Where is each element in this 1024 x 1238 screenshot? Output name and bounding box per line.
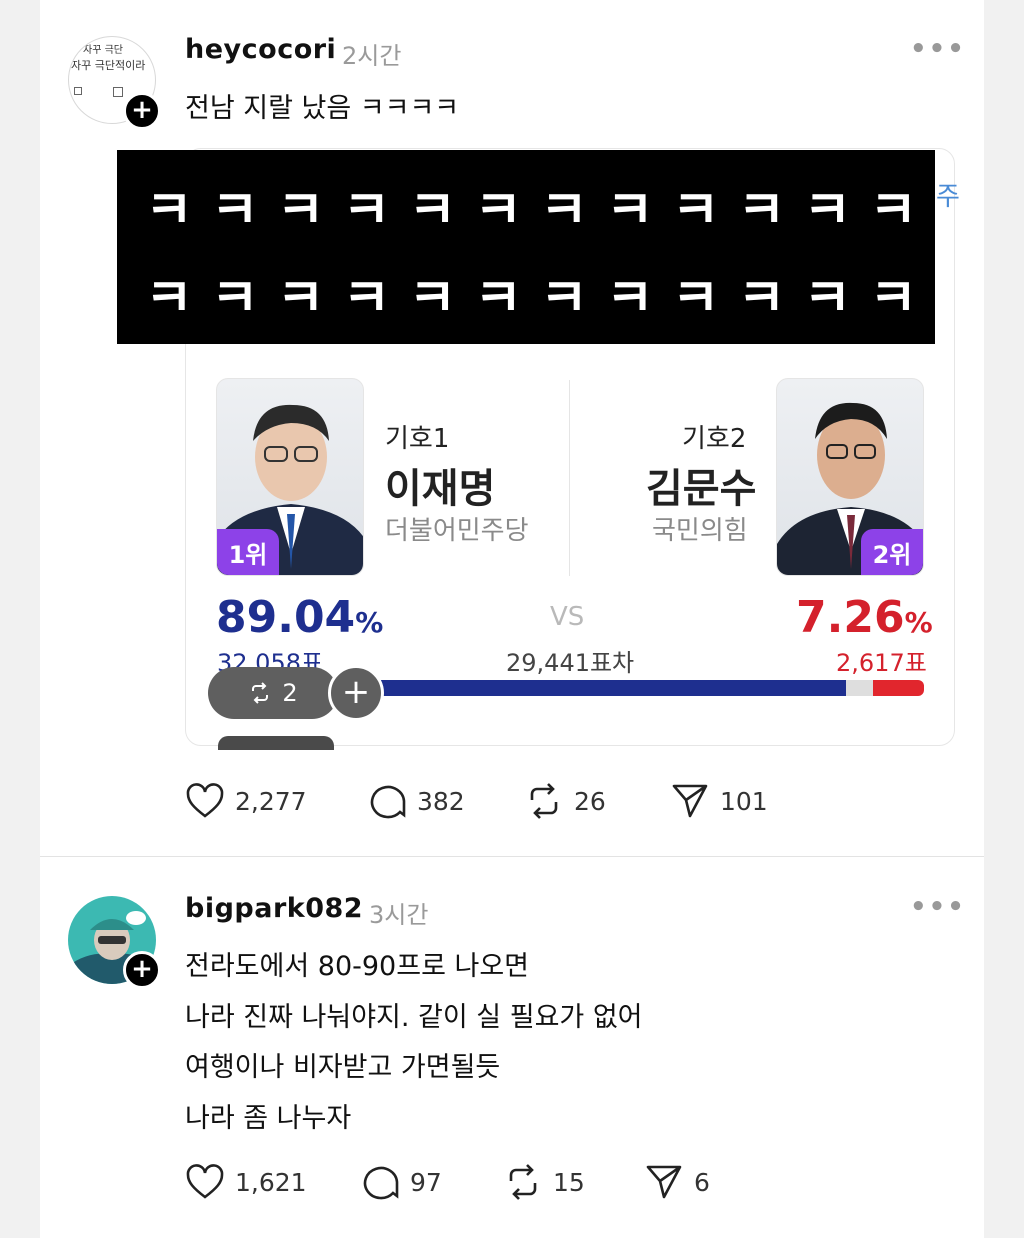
repost-button[interactable]: 15 [503,1163,585,1201]
repost-count: 15 [553,1167,585,1197]
more-icon[interactable]: ••• [910,892,966,922]
repost-icon [530,783,558,819]
like-count: 1,621 [235,1167,307,1197]
result-bar-other [846,680,873,696]
post-divider [40,856,984,857]
comment-count: 97 [410,1167,442,1197]
repost-button[interactable]: 26 [524,782,606,820]
black-overlay: ㅋㅋㅋㅋㅋㅋㅋㅋㅋㅋㅋㅋ ㅋㅋㅋㅋㅋㅋㅋㅋㅋㅋㅋㅋ [117,150,935,344]
heart-icon [186,1164,224,1199]
vs-label: VS [550,602,585,632]
overlay-text-row1: ㅋㅋㅋㅋㅋㅋㅋㅋㅋㅋㅋㅋ [145,181,936,241]
overlay-side-char: 주 [936,182,960,212]
overlay-text-row2: ㅋㅋㅋㅋㅋㅋㅋㅋㅋㅋㅋㅋ [145,269,936,329]
rank-badge: 1위 [217,529,279,575]
candidate2-party: 국민의힘 [652,516,748,546]
candidate1-number: 기호1 [385,424,450,454]
candidate2-votes: 2,617표 [836,649,927,677]
like-count: 2,277 [235,786,307,816]
percent-unit: % [904,606,933,639]
repost-count: 26 [574,786,606,816]
follow-plus-icon[interactable]: + [123,92,161,130]
post-line: 전라도에서 80-90프로 나오면 [185,951,530,982]
candidate2-photo: 2위 [776,378,924,576]
share-icon [672,784,708,818]
vote-difference: 29,441표차 [506,649,635,677]
post-text: 전남 지랄 났음 ㅋㅋㅋㅋ [185,93,460,124]
like-button[interactable]: 1,621 [185,1163,307,1201]
username[interactable]: heycocori [185,34,336,65]
share-count: 101 [720,786,768,816]
repost-pill-count: 2 [282,679,298,707]
repost-pill[interactable]: 2 [208,667,338,719]
comment-button[interactable]: 97 [360,1163,442,1201]
plus-icon[interactable]: + [328,665,384,721]
follow-plus-icon[interactable]: + [123,951,161,989]
candidate2-number: 기호2 [682,424,747,454]
rank-badge: 2위 [861,529,923,575]
candidate1-photo: 1위 [216,378,364,576]
avatar-mark-icon [74,87,82,95]
comment-icon [363,1166,399,1200]
candidate2-percent-value: 7.26 [796,592,905,643]
share-count: 6 [694,1167,710,1197]
post-time: 2시간 [342,42,402,70]
share-icon [646,1165,682,1199]
repost-icon [252,682,269,704]
like-button[interactable]: 2,277 [185,782,307,820]
result-bar-candidate2 [872,680,924,696]
candidate1-percent-value: 89.04 [216,592,356,643]
percent-unit: % [355,606,384,639]
avatar-text-2: 자꾸 극단적이라 [71,59,146,72]
candidate2-name: 김문수 [646,466,757,512]
avatar-text-1: 자꾸 극단 [83,45,123,56]
candidate1-percent: 89.04% [216,592,383,643]
candidate1-name: 이재명 [385,466,496,512]
candidate1-party: 더불어민주당 [385,516,529,546]
share-button[interactable]: 6 [644,1163,710,1201]
post-line: 여행이나 비자받고 가면될듯 [185,1052,501,1083]
comment-icon [370,785,406,819]
avatar-mark-icon [113,87,123,97]
post-line: 나라 진짜 나눠야지. 같이 실 필요가 없어 [185,1002,643,1033]
share-button[interactable]: 101 [670,782,768,820]
username[interactable]: bigpark082 [185,893,363,924]
post-line: 나라 좀 나누자 [185,1103,352,1134]
divider [569,380,570,576]
heart-icon [186,783,224,818]
repost-icon [509,1164,537,1200]
candidate2-percent: 7.26% [796,592,933,643]
more-icon[interactable]: ••• [910,34,966,64]
feed-card: 자꾸 극단 자꾸 극단적이라 + heycocori 2시간 ••• 전남 지랄… [40,0,984,1238]
post-time: 3시간 [369,901,429,929]
comment-count: 382 [417,786,465,816]
collapsed-tab [218,736,334,750]
comment-button[interactable]: 382 [367,782,465,820]
